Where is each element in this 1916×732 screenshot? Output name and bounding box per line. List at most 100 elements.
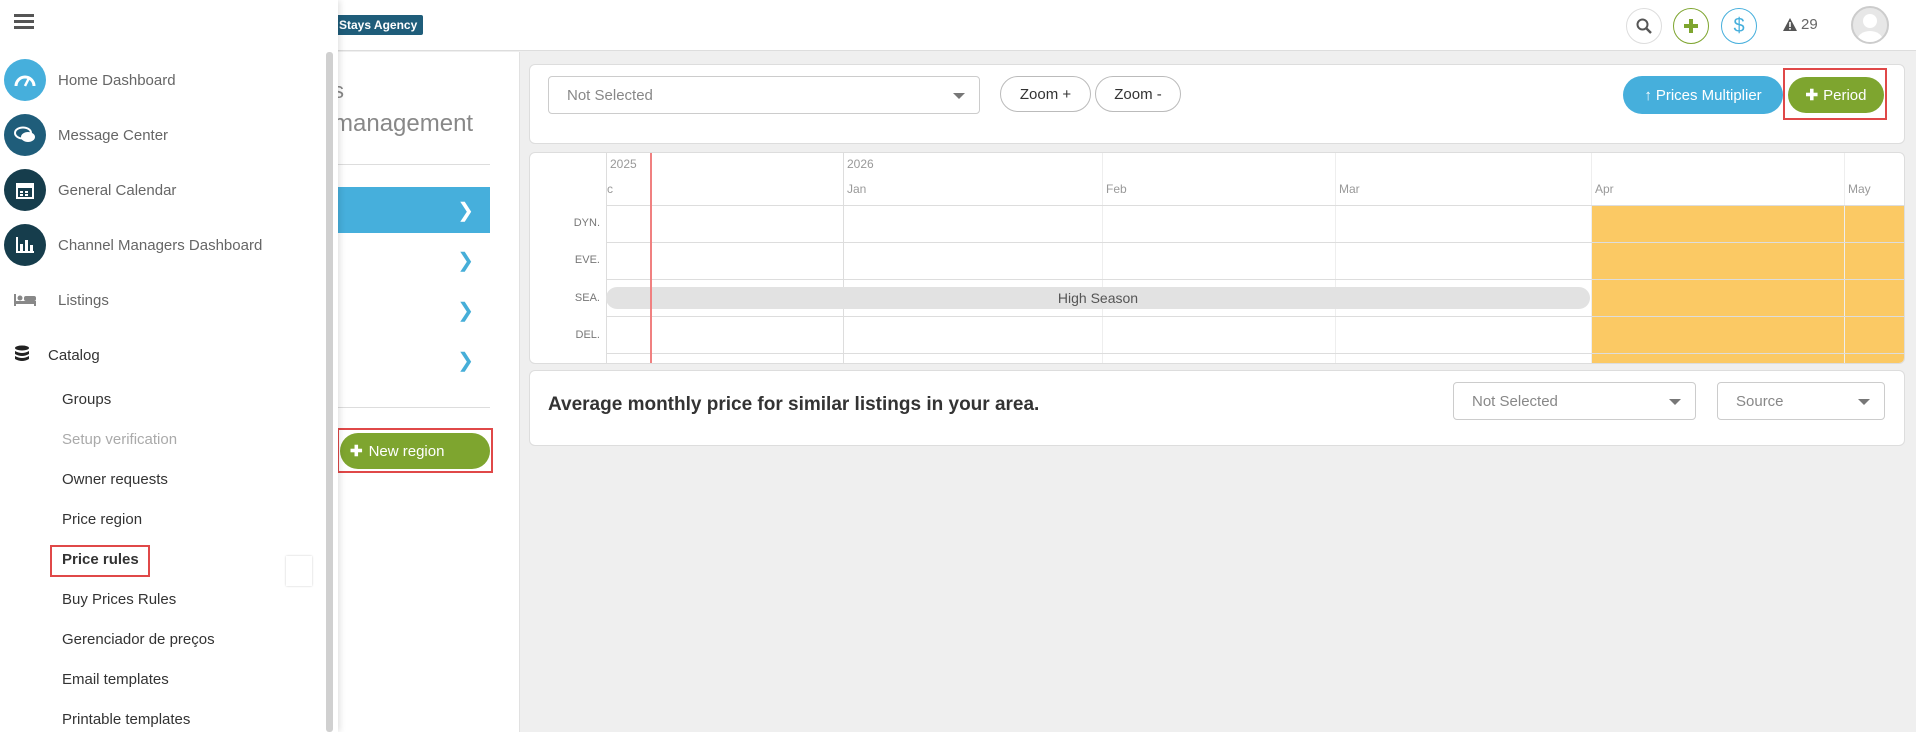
- sidebar-item-home-dashboard[interactable]: Home Dashboard: [0, 55, 320, 105]
- selected-period-highlight[interactable]: [1591, 205, 1904, 363]
- row-label: DEL.: [575, 329, 600, 341]
- sidebar-item-label: Catalog: [48, 346, 100, 364]
- bar-chart-icon: [4, 224, 46, 266]
- today-marker: [650, 153, 652, 363]
- prices-multiplier-label: Prices Multiplier: [1655, 86, 1762, 104]
- finance-button[interactable]: $: [1721, 8, 1757, 44]
- arrow-up-icon: ↑: [1644, 86, 1652, 104]
- caret-down-icon: [1858, 399, 1870, 405]
- sidebar-item-general-calendar[interactable]: General Calendar: [0, 165, 320, 215]
- plus-icon: ✚: [350, 443, 363, 460]
- add-button[interactable]: [1673, 8, 1709, 44]
- sidebar-item-label: Channel Managers Dashboard: [58, 236, 263, 254]
- grid-line: [606, 242, 1904, 243]
- new-region-highlight: ✚ New region: [337, 428, 493, 473]
- warning-icon: [1783, 18, 1797, 31]
- catalog-item-owner-requests[interactable]: Owner requests: [62, 471, 168, 488]
- region-row[interactable]: ❯: [333, 237, 490, 283]
- dashboard-gauge-icon: [4, 59, 46, 101]
- divider: [333, 164, 490, 165]
- sidebar-item-message-center[interactable]: Message Center: [0, 110, 320, 160]
- grid-line: [606, 279, 1904, 280]
- sidebar-item-label: Message Center: [58, 126, 169, 144]
- menu-icon[interactable]: [14, 14, 34, 30]
- tooltip-placeholder: [286, 556, 312, 586]
- sidebar-item-listings[interactable]: Listings: [0, 275, 320, 325]
- row-label: EVE.: [574, 254, 600, 266]
- average-filter-value: Not Selected: [1472, 392, 1558, 410]
- search-button[interactable]: [1626, 8, 1662, 44]
- grid-line: [1102, 153, 1103, 363]
- catalog-item-groups[interactable]: Groups: [62, 391, 111, 408]
- year-label: 2025: [610, 157, 637, 171]
- month-label: Jan: [847, 182, 867, 196]
- new-region-label: New region: [368, 442, 445, 460]
- divider: [333, 407, 490, 408]
- dollar-icon: $: [1733, 14, 1745, 37]
- plus-icon: ✚: [1805, 87, 1819, 104]
- calendar-icon: [4, 169, 46, 211]
- add-period-button[interactable]: ✚ Period: [1788, 77, 1884, 113]
- timeline-calendar[interactable]: 2025 2026 c Jan Feb Mar Apr May DYN. EVE…: [529, 152, 1905, 364]
- month-label: Mar: [1339, 182, 1360, 196]
- catalog-item-price-region[interactable]: Price region: [62, 511, 142, 528]
- grid-line: [1844, 153, 1845, 363]
- month-label: Apr: [1595, 182, 1614, 196]
- chat-bubbles-icon: [4, 114, 46, 156]
- grid-line: [606, 205, 1904, 206]
- period-highlight: ✚ Period: [1783, 68, 1887, 120]
- sidebar-item-label: Home Dashboard: [58, 71, 176, 89]
- zoom-in-button[interactable]: Zoom +: [1000, 76, 1091, 112]
- user-avatar[interactable]: [1851, 6, 1889, 44]
- average-price-title: Average monthly price for similar listin…: [548, 394, 1040, 415]
- month-label: Feb: [1106, 182, 1127, 196]
- caret-down-icon: [1669, 399, 1681, 405]
- month-label: c: [607, 182, 613, 196]
- region-row[interactable]: ❯: [333, 337, 490, 383]
- catalog-item-email-templates[interactable]: Email templates: [62, 671, 169, 688]
- plus-icon: [1684, 19, 1698, 33]
- grid-line: [843, 153, 844, 363]
- bed-icon: [4, 279, 46, 321]
- grid-line: [606, 316, 1904, 317]
- search-icon: [1636, 18, 1652, 34]
- user-silhouette-icon: [1857, 14, 1883, 42]
- listing-select[interactable]: Not Selected: [548, 76, 980, 114]
- season-bar[interactable]: High Season: [606, 287, 1590, 309]
- sidebar: Home Dashboard Message Center General Ca…: [0, 0, 338, 732]
- catalog-item-setup-verification[interactable]: Setup verification: [62, 431, 177, 448]
- row-label: SEA.: [574, 292, 600, 304]
- prices-multiplier-button[interactable]: ↑ Prices Multiplier: [1623, 76, 1783, 114]
- region-row[interactable]: ❯: [333, 187, 490, 233]
- chevron-right-icon: ❯: [457, 299, 474, 322]
- average-filter-select[interactable]: Not Selected: [1453, 382, 1696, 420]
- alerts-indicator[interactable]: 29: [1783, 16, 1818, 33]
- chevron-right-icon: ❯: [457, 199, 474, 222]
- caret-down-icon: [953, 93, 965, 99]
- panel-subtitle: management: [333, 110, 474, 137]
- source-select[interactable]: Source: [1717, 382, 1885, 420]
- brand-badge[interactable]: Stays Agency: [333, 15, 424, 35]
- chevron-right-icon: ❯: [457, 249, 474, 272]
- catalog-item-price-manager[interactable]: Gerenciador de preços: [62, 631, 215, 648]
- sidebar-item-label: Listings: [58, 291, 109, 309]
- catalog-item-price-rules[interactable]: Price rules: [62, 551, 139, 568]
- new-region-button[interactable]: ✚ New region: [340, 433, 490, 469]
- catalog-item-printable-templates[interactable]: Printable templates: [62, 711, 190, 728]
- sidebar-item-label: General Calendar: [58, 181, 177, 199]
- sidebar-scrollbar[interactable]: [326, 52, 333, 732]
- period-label: Period: [1823, 86, 1867, 104]
- sidebar-item-catalog[interactable]: Catalog: [0, 330, 320, 380]
- sidebar-item-channel-managers[interactable]: Channel Managers Dashboard: [0, 220, 320, 270]
- grid-line: [606, 353, 1904, 354]
- month-label: May: [1848, 182, 1871, 196]
- grid-line: [1335, 153, 1336, 363]
- zoom-out-button[interactable]: Zoom -: [1095, 76, 1181, 112]
- catalog-item-buy-prices-rules[interactable]: Buy Prices Rules: [62, 591, 176, 608]
- chevron-right-icon: ❯: [457, 349, 474, 372]
- alerts-count: 29: [1801, 16, 1818, 33]
- row-label: DYN.: [573, 217, 600, 229]
- source-select-value: Source: [1736, 392, 1784, 410]
- grid-line: [1591, 153, 1592, 363]
- region-row[interactable]: ❯: [333, 287, 490, 333]
